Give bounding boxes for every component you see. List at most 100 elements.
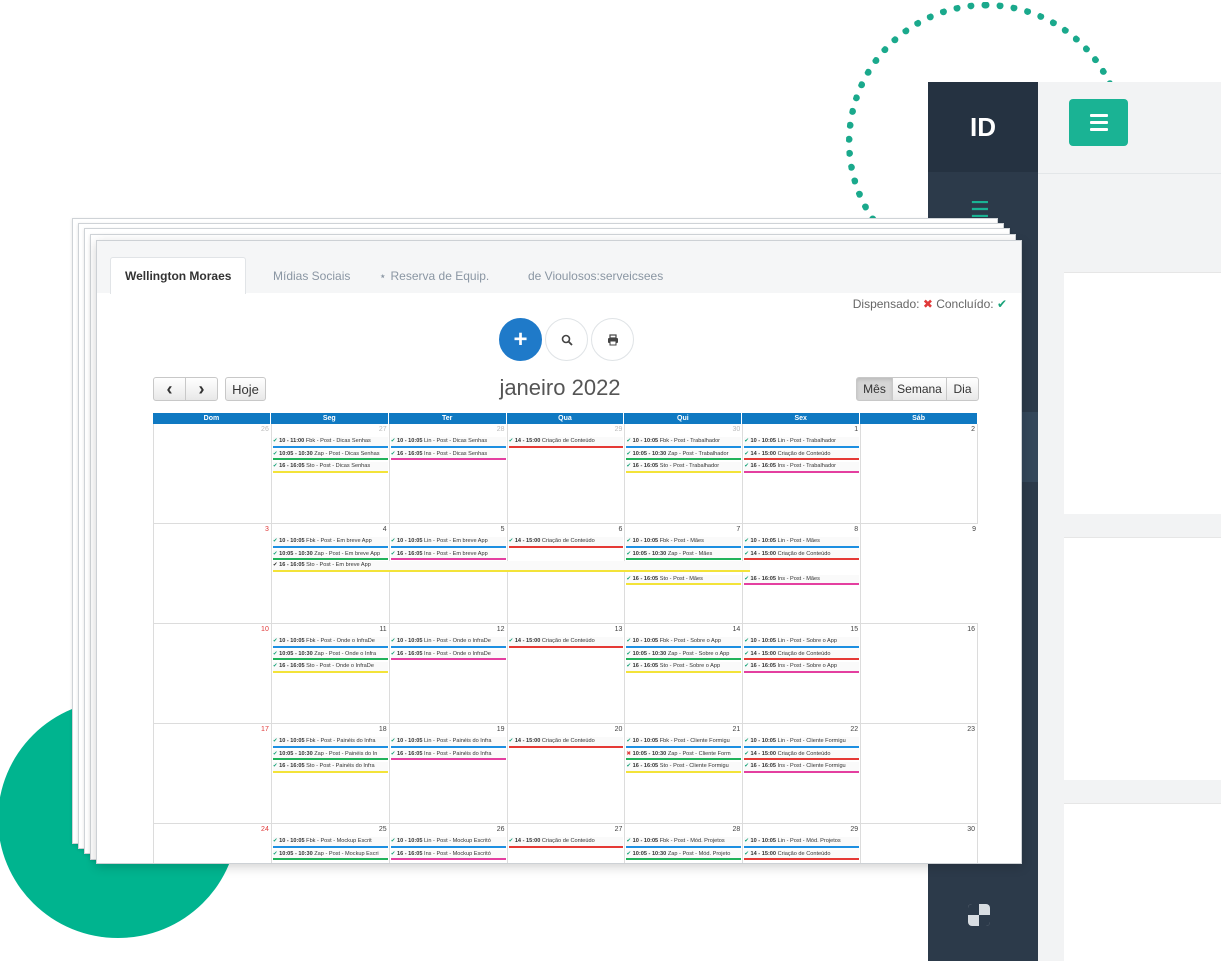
calendar-day[interactable]: 13 ✔ 14 - 15:00 Criação de Conteúdo bbox=[506, 624, 625, 723]
calendar-event[interactable]: ✔ 10 - 10:05 Lin - Post - Onde o InfraDe bbox=[390, 637, 506, 648]
tab-wellington-moraes[interactable]: Wellington Moraes bbox=[110, 257, 247, 294]
calendar-day[interactable]: 3 bbox=[153, 524, 271, 623]
calendar-day[interactable]: 18 ✔ 10 - 10:05 Fbk - Post - Painéis do I… bbox=[270, 724, 389, 823]
calendar-day[interactable]: 24 bbox=[153, 824, 271, 863]
search-button[interactable] bbox=[545, 318, 588, 361]
calendar-event[interactable]: ✔ 16 - 16:05 Sto - Post - Cliente Formig… bbox=[626, 762, 742, 773]
calendar-event[interactable]: ✔ 14 - 15:00 Criação de Conteúdo bbox=[744, 749, 860, 760]
calendar-event[interactable]: ✔ 16 - 16:05 Ins - Post - Onde o InfraDe bbox=[390, 649, 506, 660]
calendar-day[interactable]: 6 ✔ 14 - 15:00 Criação de Conteúdo bbox=[506, 524, 625, 623]
calendar-event[interactable]: ✔ 14 - 15:00 Criação de Conteúdo bbox=[508, 537, 624, 548]
prev-month-button[interactable]: ‹ bbox=[153, 377, 186, 401]
calendar-event[interactable]: ✔ 14 - 15:00 Criação de Conteúdo bbox=[508, 437, 624, 448]
calendar-day[interactable]: 22 ✔ 10 - 10:05 Lin - Post - Cliente Form… bbox=[742, 724, 860, 823]
tab-reserva-equip[interactable]: ⋆ Reserva de Equip. bbox=[365, 259, 503, 293]
calendar-event[interactable]: ✔ 10 - 10:05 Fbk - Post - Onde o InfraDe bbox=[272, 637, 388, 648]
calendar-event[interactable]: ✔ 16 - 16:05 Ins - Post - Painéis do Inf… bbox=[390, 749, 506, 760]
hamburger-menu-button[interactable] bbox=[1069, 99, 1128, 146]
calendar-day[interactable]: 28 ✔ 10 - 10:05 Lin - Post - Dicas Senhas… bbox=[388, 424, 507, 523]
calendar-day[interactable]: 23 bbox=[860, 724, 978, 823]
calendar-event[interactable]: ✔ 10 - 10:05 Lin - Post - Em breve App bbox=[390, 537, 506, 548]
calendar-event[interactable]: ✔ 16 - 16:05 Ins - Post - Sobre o App bbox=[744, 662, 860, 673]
calendar-event[interactable]: ✔ 16 - 16:05 Sto - Post - Trabalhador bbox=[626, 462, 742, 473]
tab-midias-sociais[interactable]: Mídias Sociais bbox=[259, 259, 364, 293]
calendar-day[interactable]: 26 bbox=[153, 424, 271, 523]
calendar-event[interactable]: ✔ 16 - 16:05 Ins - Post - Em breve App bbox=[390, 549, 506, 560]
calendar-event[interactable]: ✔ 14 - 15:00 Criação de Conteúdo bbox=[508, 837, 624, 848]
calendar-event[interactable]: ✔ 14 - 15:00 Criação de Conteúdo bbox=[744, 849, 860, 860]
calendar-event[interactable]: ✔ 10 - 10:05 Fbk - Post - Cliente Formig… bbox=[626, 737, 742, 748]
calendar-event[interactable]: ✔ 14 - 15:00 Criação de Conteúdo bbox=[744, 649, 860, 660]
calendar-day[interactable]: 10 bbox=[153, 624, 271, 723]
calendar-event[interactable]: ✔ 16 - 16:05 Ins - Post - Dicas Senhas bbox=[390, 449, 506, 460]
calendar-event[interactable]: ✔ 10:05 - 10:30 Zap - Post - Mães bbox=[626, 549, 742, 560]
calendar-day[interactable]: 4 ✔ 10 - 10:05 Fbk - Post - Em breve App ✔… bbox=[270, 524, 389, 623]
calendar-event[interactable]: ✔ 16 - 16:05 Ins - Post - Mães bbox=[744, 574, 860, 585]
calendar-day[interactable]: 26 ✔ 10 - 10:05 Lin - Post - Mockup Escri… bbox=[388, 824, 507, 863]
tab-servicos[interactable]: de Vioulosos:serveicsees bbox=[514, 259, 677, 293]
calendar-day[interactable]: 25 ✔ 10 - 10:05 Fbk - Post - Mockup Escri… bbox=[270, 824, 389, 863]
calendar-event[interactable]: ✔ 16 - 16:05 Ins - Post - Mockup Escritó bbox=[390, 849, 506, 860]
calendar-day[interactable]: 15 ✔ 10 - 10:05 Lin - Post - Sobre o App ✔… bbox=[742, 624, 860, 723]
calendar-day[interactable]: 14 ✔ 10 - 10:05 Fbk - Post - Sobre o App ✔… bbox=[624, 624, 742, 723]
calendar-event[interactable]: ✔ 16 - 16:05 Sto - Post - Sobre o App bbox=[626, 662, 742, 673]
calendar-event[interactable]: ✔ 14 - 15:00 Criação de Conteúdo bbox=[508, 637, 624, 648]
calendar-day[interactable]: 27 ✔ 10 - 11:00 Fbk - Post - Dicas Senhas… bbox=[270, 424, 389, 523]
calendar-event[interactable]: ✔ 10 - 10:05 Fbk - Post - Mães bbox=[626, 537, 742, 548]
multi-day-event[interactable]: ✔ 16 - 16:05 Sto - Post - Em breve App bbox=[272, 561, 751, 572]
calendar-event[interactable]: ✔ 10 - 11:00 Fbk - Post - Dicas Senhas bbox=[272, 437, 388, 448]
calendar-day[interactable]: 21 ✔ 10 - 10:05 Fbk - Post - Cliente Form… bbox=[624, 724, 742, 823]
calendar-day[interactable]: 5 ✔ 10 - 10:05 Lin - Post - Em breve App ✔… bbox=[388, 524, 507, 623]
calendar-day[interactable]: 8 ✔ 10 - 10:05 Lin - Post - Mães ✔ 14 - 15… bbox=[742, 524, 860, 623]
calendar-event[interactable]: ✔ 10 - 10:05 Lin - Post - Mães bbox=[744, 537, 860, 548]
calendar-event[interactable]: ✔ 14 - 15:00 Criação de Conteúdo bbox=[744, 449, 860, 460]
calendar-event[interactable]: ✔ 16 - 16:05 Ins - Post - Trabalhador bbox=[744, 462, 860, 473]
calendar-event[interactable]: ✔ 10:05 - 10:30 Zap - Post - Em breve Ap… bbox=[272, 549, 388, 560]
calendar-event[interactable]: ✔ 14 - 15:00 Criação de Conteúdo bbox=[744, 549, 860, 560]
calendar-day[interactable]: 29 ✔ 10 - 10:05 Lin - Post - Mód. Projeto… bbox=[742, 824, 860, 863]
calendar-day[interactable]: 29 ✔ 14 - 15:00 Criação de Conteúdo bbox=[506, 424, 625, 523]
view-day-button[interactable]: Dia bbox=[946, 377, 979, 401]
calendar-event[interactable]: ✔ 16 - 16:05 Sto - Post - Painéis do Inf… bbox=[272, 762, 388, 773]
calendar-event[interactable]: ✔ 10 - 10:05 Fbk - Post - Mockup Escrit bbox=[272, 837, 388, 848]
calendar-event[interactable]: ✔ 10 - 10:05 Fbk - Post - Painéis do Inf… bbox=[272, 737, 388, 748]
calendar-event[interactable]: ✔ 16 - 16:05 Sto - Post - Mães bbox=[626, 574, 742, 585]
calendar-day[interactable]: 9 bbox=[860, 524, 978, 623]
calendar-event[interactable]: ✔ 10:05 - 10:30 Zap - Post - Mód. Projet… bbox=[626, 849, 742, 860]
calendar-event[interactable]: ✔ 10:05 - 10:30 Zap - Post - Mockup Escr… bbox=[272, 849, 388, 860]
calendar-event[interactable]: ✔ 10 - 10:05 Lin - Post - Dicas Senhas bbox=[390, 437, 506, 448]
calendar-day[interactable]: 2 bbox=[860, 424, 978, 523]
calendar-event[interactable]: ✔ 10 - 10:05 Lin - Post - Cliente Formig… bbox=[744, 737, 860, 748]
calendar-event[interactable]: ✔ 16 - 16:05 Sto - Post - Dicas Senhas bbox=[272, 462, 388, 473]
calendar-event[interactable]: ✔ 16 - 16:05 Ins - Post - Cliente Formig… bbox=[744, 762, 860, 773]
calendar-day[interactable]: 11 ✔ 10 - 10:05 Fbk - Post - Onde o Infra… bbox=[270, 624, 389, 723]
calendar-event[interactable]: ✔ 10 - 10:05 Lin - Post - Mód. Projetos bbox=[744, 837, 860, 848]
checker-icon[interactable] bbox=[968, 904, 990, 926]
calendar-day[interactable]: 19 ✔ 10 - 10:05 Lin - Post - Painéis do I… bbox=[388, 724, 507, 823]
calendar-day[interactable]: 30 bbox=[860, 824, 978, 863]
calendar-event[interactable]: ✔ 10:05 - 10:30 Zap - Post - Dicas Senha… bbox=[272, 449, 388, 460]
today-button[interactable]: Hoje bbox=[225, 377, 266, 401]
view-month-button[interactable]: Mês bbox=[856, 377, 893, 401]
calendar-event[interactable]: ✔ 10 - 10:05 Lin - Post - Trabalhador bbox=[744, 437, 860, 448]
calendar-event[interactable]: ✔ 10 - 10:05 Fbk - Post - Sobre o App bbox=[626, 637, 742, 648]
calendar-event[interactable]: ✔ 10:05 - 10:30 Zap - Post - Trabalhador bbox=[626, 449, 742, 460]
view-week-button[interactable]: Semana bbox=[892, 377, 947, 401]
calendar-event[interactable]: ✔ 10:05 - 10:30 Zap - Post - Sobre o App bbox=[626, 649, 742, 660]
add-event-button[interactable]: + bbox=[499, 318, 542, 361]
calendar-day[interactable]: 7 ✔ 10 - 10:05 Fbk - Post - Mães ✔ 10:05 -… bbox=[624, 524, 742, 623]
calendar-event[interactable]: ✔ 10 - 10:05 Lin - Post - Painéis do Inf… bbox=[390, 737, 506, 748]
calendar-event[interactable]: ✔ 10 - 10:05 Fbk - Post - Em breve App bbox=[272, 537, 388, 548]
calendar-day[interactable]: 20 ✔ 14 - 15:00 Criação de Conteúdo bbox=[506, 724, 625, 823]
calendar-event[interactable]: ✔ 14 - 15:00 Criação de Conteúdo bbox=[508, 737, 624, 748]
calendar-event[interactable]: ✔ 10 - 10:05 Fbk - Post - Mód. Projetos bbox=[626, 837, 742, 848]
next-month-button[interactable]: › bbox=[185, 377, 218, 401]
calendar-event[interactable]: ✔ 10 - 10:05 Lin - Post - Mockup Escritó bbox=[390, 837, 506, 848]
calendar-event[interactable]: ✔ 16 - 16:05 Sto - Post - Onde o InfraDe bbox=[272, 662, 388, 673]
calendar-day[interactable]: 30 ✔ 10 - 10:05 Fbk - Post - Trabalhador ✔… bbox=[624, 424, 742, 523]
calendar-event[interactable]: ✖ 10:05 - 10:30 Zap - Post - Cliente For… bbox=[626, 749, 742, 760]
calendar-event[interactable]: ✔ 10 - 10:05 Lin - Post - Sobre o App bbox=[744, 637, 860, 648]
calendar-day[interactable]: 12 ✔ 10 - 10:05 Lin - Post - Onde o Infra… bbox=[388, 624, 507, 723]
calendar-day[interactable]: 27 ✔ 14 - 15:00 Criação de Conteúdo bbox=[506, 824, 625, 863]
calendar-event[interactable]: ✔ 10 - 10:05 Fbk - Post - Trabalhador bbox=[626, 437, 742, 448]
